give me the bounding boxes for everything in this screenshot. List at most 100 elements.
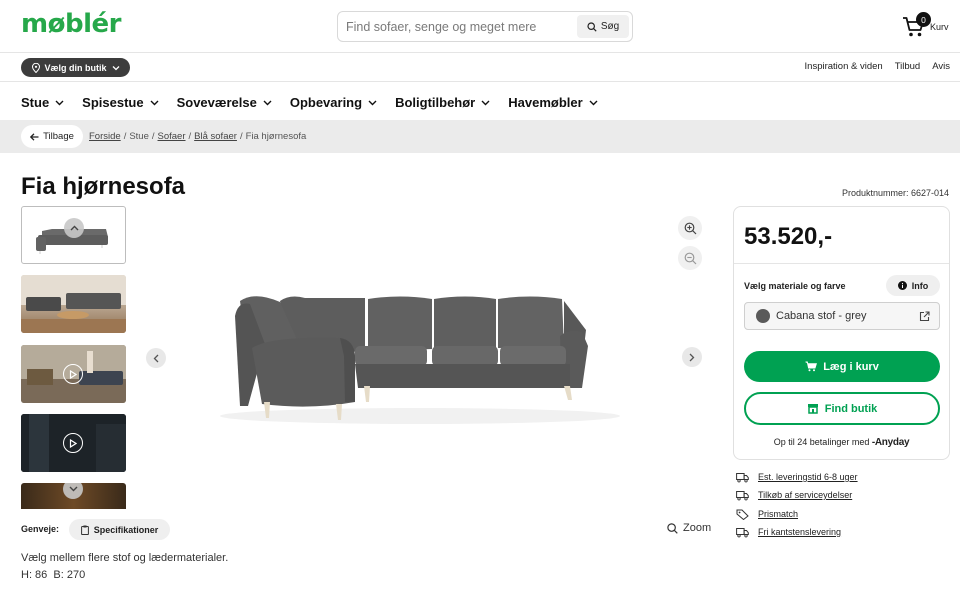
info-icon <box>897 281 907 290</box>
service-delivery-time[interactable]: Est. leveringstid 6-8 uger <box>736 470 936 484</box>
truck-service-icon <box>736 490 749 500</box>
nav-item-label: Spisestue <box>82 95 144 110</box>
nav-item-label: Opbevaring <box>289 95 363 110</box>
nav-item-havemobler[interactable]: Havemøbler <box>508 95 598 110</box>
financing-text: Op til 24 betalinger med <box>773 437 870 447</box>
search-input[interactable] <box>346 18 576 36</box>
thumbnail-video-3[interactable] <box>21 483 126 509</box>
thumbnail-2[interactable] <box>21 275 126 333</box>
thumbnails-down-button[interactable] <box>63 483 83 499</box>
link-avis[interactable]: Avis <box>932 61 950 72</box>
financing-note: Op til 24 betalinger med -Anyday <box>734 437 949 448</box>
utility-links: Inspiration & viden Tilbud Avis <box>805 61 950 72</box>
chevron-down-icon <box>112 65 119 70</box>
shortcuts-label: Genveje: <box>21 524 60 534</box>
thumbnail-gallery <box>21 206 127 509</box>
nav-item-sovevaerelse[interactable]: Soveværelse <box>177 95 272 110</box>
search-icon <box>587 21 597 32</box>
cart-label: Kurv <box>930 22 949 32</box>
service-curbside-delivery[interactable]: Fri kantstenslevering <box>736 525 936 539</box>
nav-item-label: Stue <box>21 95 50 110</box>
purchase-card: 53.520,- Vælg materiale og farve Info Ca… <box>733 206 950 460</box>
zoom-link[interactable]: Zoom <box>667 522 711 534</box>
breadcrumb-separator: / <box>151 131 155 142</box>
breadcrumb-stue[interactable]: Stue <box>129 131 149 142</box>
breadcrumb-forside[interactable]: Forside <box>89 131 121 142</box>
service-addons[interactable]: Tilkøb af serviceydelser <box>736 488 936 502</box>
thumbnails-up-button[interactable] <box>64 218 84 238</box>
cart-button[interactable]: 0 Kurv <box>902 12 954 42</box>
product-dimensions: H: 86 B: 270 <box>21 569 86 581</box>
nav-item-stue[interactable]: Stue <box>21 95 64 110</box>
breadcrumb-blaa-sofaer[interactable]: Blå sofaer <box>194 131 237 142</box>
nav-item-label: Havemøbler <box>508 95 583 110</box>
thumbnail-video-1[interactable] <box>21 345 126 403</box>
product-number: Produktnummer: 6627-014 <box>841 188 949 198</box>
info-label: Info <box>911 280 929 291</box>
divider <box>734 263 949 264</box>
link-inspiration[interactable]: Inspiration & viden <box>805 61 883 72</box>
specifications-button[interactable]: Specifikationer <box>69 519 170 540</box>
thumbnail-video-2[interactable] <box>21 414 126 472</box>
chevron-down-icon <box>368 100 377 105</box>
truck-icon <box>736 527 749 537</box>
play-icon <box>63 364 83 384</box>
logo[interactable]: møblér <box>21 9 121 39</box>
main-navigation: Stue Spisestue Soveværelse Opbevaring Bo… <box>21 95 598 110</box>
next-image-button[interactable] <box>682 347 702 367</box>
choose-store-button[interactable]: Vælg din butik <box>21 58 130 77</box>
zoom-label: Zoom <box>683 522 712 534</box>
cart-count-badge: 0 <box>916 12 931 27</box>
product-description: Vælg mellem flere stof og lædermateriale… <box>21 550 228 584</box>
chevron-left-icon <box>153 354 159 362</box>
breadcrumb-current: Fia hjørnesofa <box>245 131 307 142</box>
chevron-down-icon <box>589 100 598 105</box>
chevron-down-icon <box>263 100 272 105</box>
breadcrumb-separator: / <box>239 131 243 142</box>
material-swatch <box>756 309 770 323</box>
nav-item-opbevaring[interactable]: Opbevaring <box>290 95 377 110</box>
thumbnail-room-image <box>21 275 126 333</box>
search-button[interactable]: Søg <box>577 15 629 38</box>
thumbnail-1[interactable] <box>21 206 126 264</box>
material-name: Cabana stof - grey <box>776 310 867 322</box>
zoom-out-button[interactable] <box>678 246 702 270</box>
nav-item-spisestue[interactable]: Spisestue <box>82 95 159 110</box>
product-image-viewer <box>140 206 710 506</box>
chevron-down-icon <box>481 100 490 105</box>
product-image <box>220 296 620 424</box>
service-label: Est. leveringstid 6-8 uger <box>758 472 858 482</box>
nav-item-boligtilbehor[interactable]: Boligtilbehør <box>395 95 490 110</box>
material-selector[interactable]: Cabana stof - grey <box>744 302 940 330</box>
location-pin-icon <box>31 62 40 73</box>
prev-image-button[interactable] <box>146 348 166 368</box>
description-text: Vælg mellem flere stof og lædermateriale… <box>21 552 229 564</box>
search-icon <box>667 522 678 534</box>
breadcrumb-bar: Tilbage Forside / Stue / Sofaer / Blå sofae… <box>0 120 960 153</box>
external-link-icon <box>919 310 930 321</box>
link-tilbud[interactable]: Tilbud <box>895 61 921 72</box>
service-label: Prismatch <box>758 509 799 519</box>
chevron-down-icon <box>150 100 159 105</box>
service-price-match[interactable]: Prismatch <box>736 507 936 521</box>
find-store-button[interactable]: Find butik <box>744 392 940 425</box>
product-price: 53.520,- <box>744 223 833 250</box>
arrow-left-icon <box>30 132 39 141</box>
back-button[interactable]: Tilbage <box>21 125 83 148</box>
material-info-button[interactable]: Info <box>886 275 940 296</box>
breadcrumb: Forside / Stue / Sofaer / Blå sofaer / Fia h… <box>89 131 306 142</box>
add-to-cart-button[interactable]: Læg i kurv <box>744 351 940 382</box>
back-label: Tilbage <box>43 131 74 142</box>
site-header: møblér Søg 0 Kurv <box>0 0 960 53</box>
breadcrumb-sofaer[interactable]: Sofaer <box>158 131 186 142</box>
play-icon <box>63 433 83 453</box>
price-tag-icon <box>736 509 749 520</box>
add-to-cart-label: Læg i kurv <box>823 360 879 373</box>
zoom-in-icon <box>684 222 696 234</box>
find-store-label: Find butik <box>824 402 878 415</box>
service-label: Tilkøb af serviceydelser <box>758 490 853 500</box>
choose-store-label: Vælg din butik <box>44 62 107 73</box>
chevron-up-icon <box>70 225 78 231</box>
chevron-down-icon <box>55 100 64 105</box>
zoom-in-button[interactable] <box>678 216 702 240</box>
